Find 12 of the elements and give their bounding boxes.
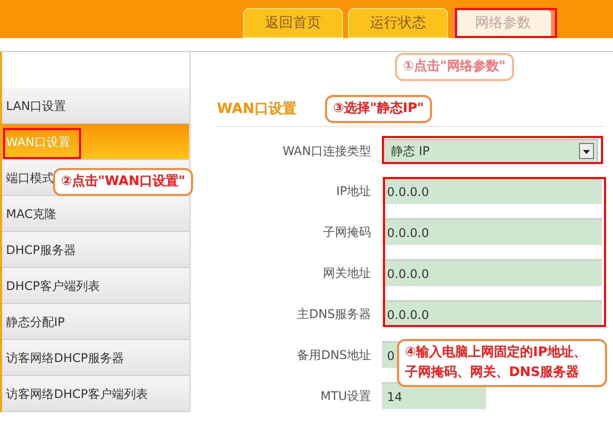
- field-label: MTU设置: [320, 388, 372, 404]
- callout-tooltip: ①点击"网络参数": [395, 53, 514, 81]
- panel-title: WAN口设置: [217, 101, 296, 117]
- callout-tooltip: ③选择"静态IP": [325, 95, 432, 123]
- callout-tooltip: ④输入电脑上网固定的IP地址、子网掩码、网关、DNS服务器: [397, 339, 607, 387]
- field-label: 网关地址: [322, 264, 372, 282]
- field-label: 备用DNS地址: [296, 346, 372, 364]
- field-label: IP地址: [335, 182, 372, 200]
- field-label: 主DNS服务器: [296, 306, 372, 322]
- callout-tooltip: ②点击"WAN口设置": [53, 168, 194, 196]
- field-label: 子网掩码: [322, 224, 372, 240]
- field-label: WAN口连接类型: [282, 143, 372, 160]
